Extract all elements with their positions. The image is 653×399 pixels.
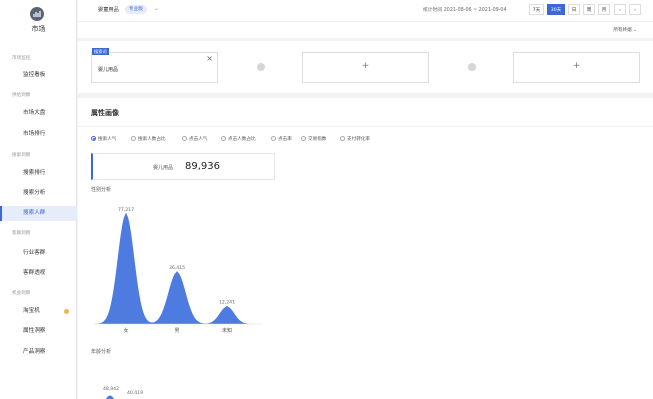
edition-badge: 专业版 — [125, 5, 147, 14]
top-bar: 婴童用品 专业版 ⌄ 统计时间 2021-08-06 ~ 2021-09-04 … — [78, 0, 653, 21]
radio-click-ratio[interactable]: 点击人数占比 — [221, 136, 256, 143]
new-dot-icon — [64, 309, 69, 314]
sidebar-item-market-rank[interactable]: 市场排行 — [0, 127, 77, 142]
data-point-2 — [226, 305, 228, 308]
chevron-down-icon[interactable]: ⌄ — [154, 5, 159, 12]
radio-label: 点击人数占比 — [228, 137, 256, 142]
metric-card: 婴儿用品 89,936 — [91, 153, 275, 180]
data-label: 36,415 — [169, 265, 185, 271]
close-icon[interactable]: × — [206, 54, 213, 63]
compare-card-name: 婴儿用品 — [98, 67, 119, 73]
radio-click-popularity[interactable]: 点击人气 — [182, 136, 207, 143]
radio-click-rate[interactable]: 点击率 — [271, 136, 292, 143]
attribute-panel: 属性画像 搜索人气 搜索人数占比 点击人气 点击人数占比 点击率 交易指数 支付… — [78, 98, 653, 399]
radio-label: 点击人气 — [189, 137, 208, 142]
age-area-series — [106, 395, 114, 399]
radio-search-popularity[interactable]: 搜索人气 — [91, 136, 116, 143]
next-period-button[interactable]: › — [629, 4, 641, 15]
sidebar: 市场 市场监控 监控看板 供给洞察 市场大盘 市场排行 搜索洞察 搜索排行 搜索… — [0, 0, 77, 399]
radio-icon — [182, 136, 187, 141]
gender-chart: 77,217 女 36,415 男 12,241 未知 — [94, 207, 262, 334]
compare-separator-dot — [257, 63, 265, 71]
radio-search-ratio[interactable]: 搜索人数占比 — [131, 136, 166, 143]
radio-pay-conversion[interactable]: 支付转化率 — [340, 136, 370, 143]
sidebar-item-product-insight[interactable]: 产品洞察 — [0, 345, 77, 360]
data-point-0 — [125, 213, 127, 215]
sidebar-item-taobao-opportunity[interactable]: 淘宝机 — [0, 304, 77, 319]
radio-checked-icon — [91, 136, 96, 141]
x-tick-label: 未知 — [222, 327, 232, 334]
group-title-opportunity: 机会洞察 — [12, 291, 31, 296]
compare-panel: 搜索词 婴儿用品 × + + — [78, 41, 653, 93]
search-term-tag: 搜索词 — [92, 48, 109, 55]
radio-trade-index[interactable]: 交易指数 — [301, 136, 326, 143]
sidebar-item-attribute-insight[interactable]: 属性洞察 — [0, 324, 77, 339]
prev-period-button[interactable]: ‹ — [614, 4, 626, 15]
sidebar-logo[interactable]: 市场 — [0, 0, 77, 42]
compare-card-add-2[interactable]: + — [513, 52, 640, 83]
age-data-label: 40,419 — [127, 390, 143, 396]
market-chart-icon — [30, 7, 44, 21]
age-chart-preview: 48,942 40,419 — [103, 386, 143, 399]
sidebar-item-market-overview[interactable]: 市场大盘 — [0, 106, 77, 121]
terminal-select[interactable]: 所有终端 ⌄ — [613, 27, 637, 33]
divider — [78, 126, 653, 127]
sidebar-logo-text: 市场 — [31, 25, 46, 33]
radio-label: 支付转化率 — [347, 137, 370, 142]
radio-icon — [271, 136, 276, 141]
radio-label: 搜索人气 — [98, 137, 117, 142]
radio-label: 搜索人数占比 — [138, 137, 166, 142]
compare-card-add-1[interactable]: + — [302, 52, 429, 83]
group-title-search: 搜索洞察 — [12, 153, 31, 158]
sidebar-item-customer-perspective[interactable]: 客群透视 — [0, 266, 77, 281]
category-selector[interactable]: 婴童用品 — [98, 6, 119, 13]
radio-icon — [301, 136, 306, 141]
section-title: 属性画像 — [91, 109, 119, 117]
group-title-supply: 供给洞察 — [12, 93, 31, 98]
group-title-monitor: 市场监控 — [12, 56, 31, 61]
sidebar-item-industry-customer[interactable]: 行业客群 — [0, 246, 77, 261]
metric-label: 婴儿用品 — [153, 165, 174, 171]
radio-label: 点击率 — [278, 137, 292, 142]
radio-icon — [221, 136, 226, 141]
x-tick-label: 男 — [174, 328, 179, 334]
range-30d-button[interactable]: 30天 — [547, 4, 565, 15]
date-range-text: 统计时间 2021-08-06 ~ 2021-09-04 — [423, 8, 507, 13]
app-root: 市场 市场监控 监控看板 供给洞察 市场大盘 市场排行 搜索洞察 搜索排行 搜索… — [0, 0, 653, 399]
filter-bar: 所有终端 ⌄ — [78, 21, 653, 38]
gender-analysis-title: 性别分析 — [91, 187, 112, 193]
range-7d-button[interactable]: 7天 — [529, 4, 544, 15]
plus-icon: + — [572, 61, 581, 71]
plus-icon: + — [361, 61, 370, 71]
metric-value: 89,936 — [185, 161, 220, 172]
range-day-button[interactable]: 日 — [568, 4, 580, 15]
range-week-button[interactable]: 周 — [583, 4, 595, 15]
radio-icon — [131, 136, 136, 141]
data-label: 77,217 — [118, 207, 134, 213]
data-point-1 — [176, 271, 178, 273]
sidebar-item-search-crowd[interactable]: 搜索人群 — [0, 206, 77, 221]
data-label: 12,241 — [219, 300, 235, 306]
compare-card-selected[interactable]: 搜索词 婴儿用品 × — [91, 48, 218, 83]
sidebar-item-search-rank[interactable]: 搜索排行 — [0, 166, 77, 181]
compare-separator-dot — [468, 63, 476, 71]
radio-icon — [340, 136, 345, 141]
range-month-button[interactable]: 月 — [598, 4, 610, 15]
radio-label: 交易指数 — [308, 137, 327, 142]
sidebar-item-monitor-board[interactable]: 监控看板 — [0, 68, 77, 83]
sidebar-item-label: 淘宝机 — [23, 308, 40, 314]
group-title-customer: 客群洞察 — [12, 231, 31, 236]
age-data-label: 48,942 — [103, 386, 119, 392]
sidebar-item-search-analysis[interactable]: 搜索分析 — [0, 186, 77, 201]
x-tick-label: 女 — [123, 327, 128, 334]
